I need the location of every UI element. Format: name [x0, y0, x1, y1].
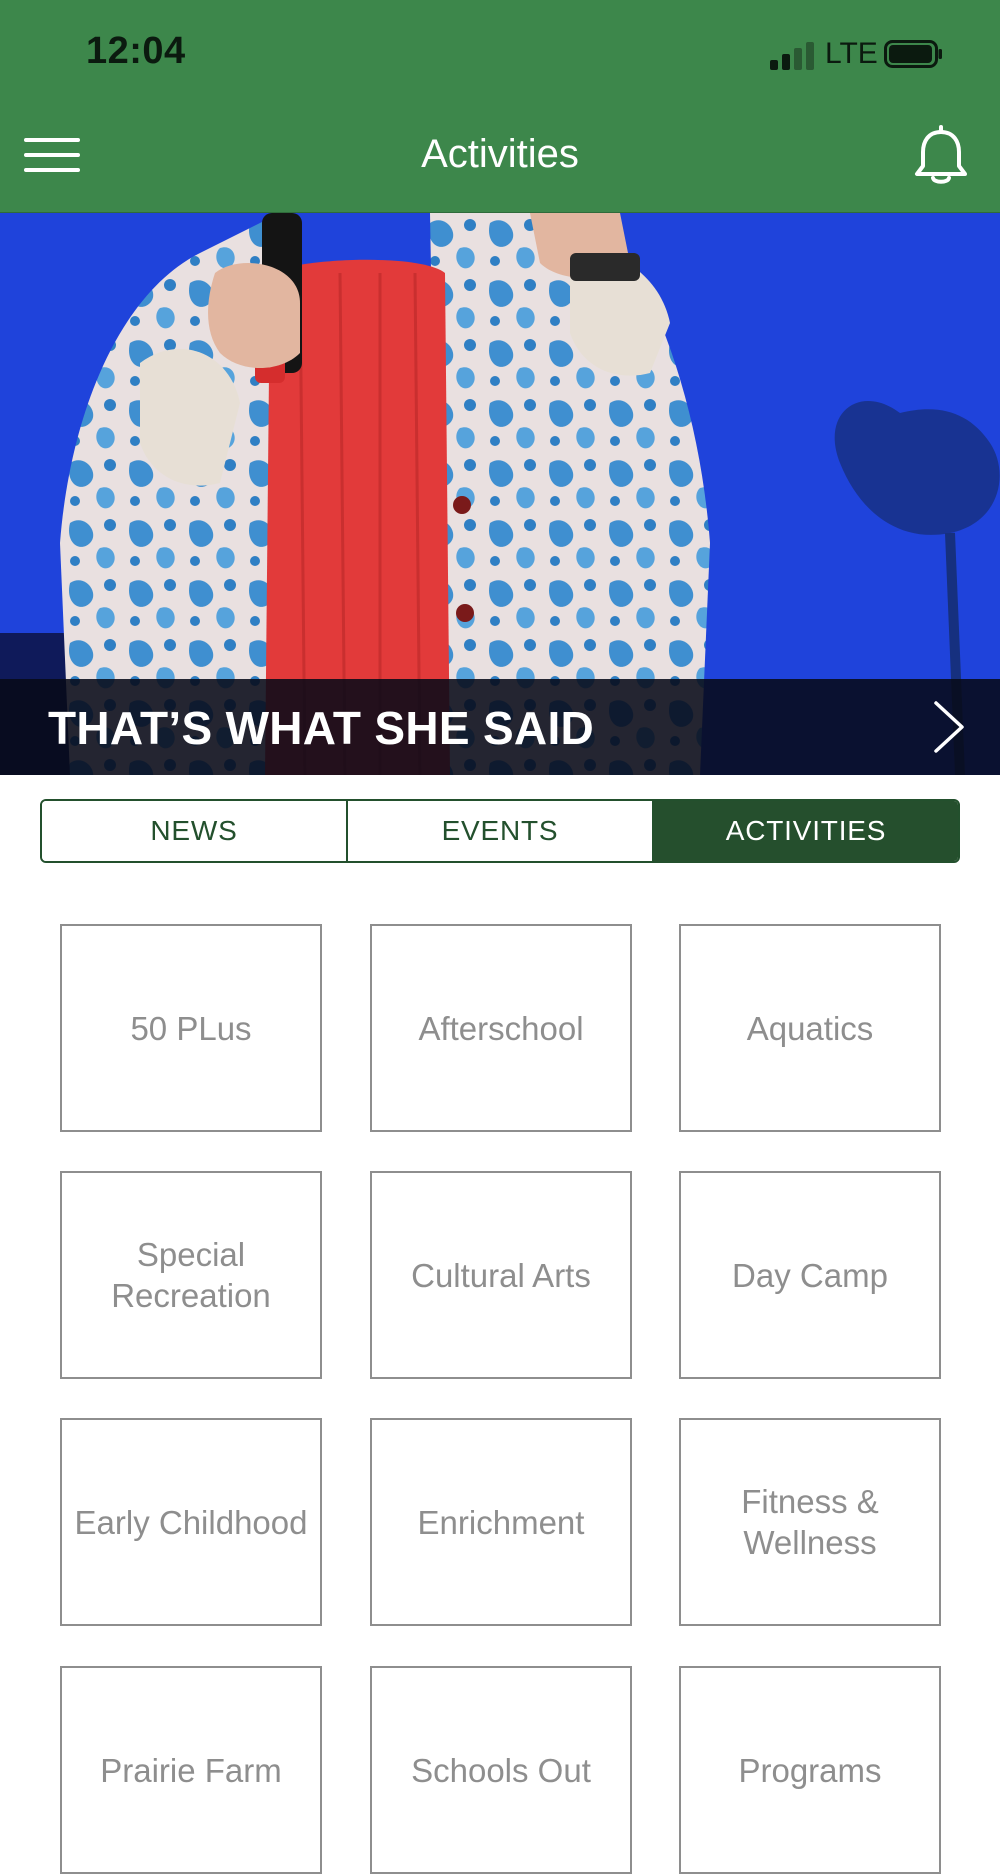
activity-tile-50-plus[interactable]: 50 PLus [60, 924, 322, 1132]
battery-icon [884, 40, 942, 68]
activity-tile-special-recreation[interactable]: Special Recreation [60, 1171, 322, 1379]
activity-tile-early-childhood[interactable]: Early Childhood [60, 1418, 322, 1626]
page-title: Activities [421, 132, 579, 176]
activity-tile-schools-out[interactable]: Schools Out [370, 1666, 632, 1874]
activity-tile-afterschool[interactable]: Afterschool [370, 924, 632, 1132]
tab-events[interactable]: EVENTS [346, 801, 652, 861]
chevron-right-icon[interactable] [932, 699, 966, 755]
bell-icon[interactable] [912, 124, 970, 186]
app-header: 12:04 LTE Activities [0, 0, 1000, 213]
activity-tile-programs[interactable]: Programs [679, 1666, 941, 1874]
banner-title: THAT’S WHAT SHE SAID [48, 702, 595, 754]
activity-tile-aquatics[interactable]: Aquatics [679, 924, 941, 1132]
content-tabs: NEWS EVENTS ACTIVITIES [40, 799, 960, 863]
activity-tile-day-camp[interactable]: Day Camp [679, 1171, 941, 1379]
activity-tile-cultural-arts[interactable]: Cultural Arts [370, 1171, 632, 1379]
status-time: 12:04 [86, 30, 186, 72]
tab-activities[interactable]: ACTIVITIES [652, 801, 958, 861]
network-type: LTE [825, 37, 878, 70]
tab-news[interactable]: NEWS [42, 801, 346, 861]
cellular-signal-icon [770, 40, 816, 70]
activity-tile-fitness-wellness[interactable]: Fitness & Wellness [679, 1418, 941, 1626]
featured-banner[interactable]: THAT’S WHAT SHE SAID [0, 213, 1000, 775]
activity-tile-enrichment[interactable]: Enrichment [370, 1418, 632, 1626]
activity-tile-prairie-farm[interactable]: Prairie Farm [60, 1666, 322, 1874]
hamburger-menu-icon[interactable] [22, 136, 84, 174]
banner-caption-bar[interactable]: THAT’S WHAT SHE SAID [0, 679, 1000, 775]
